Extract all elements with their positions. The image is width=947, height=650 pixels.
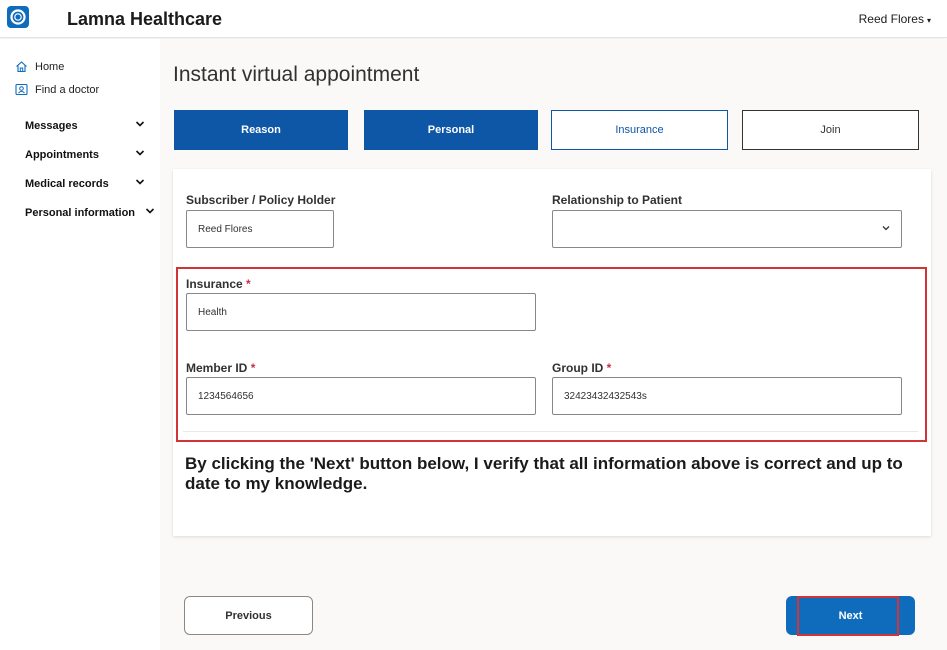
member-id-label-text: Member ID: [186, 361, 248, 375]
required-mark: *: [246, 277, 251, 291]
sidebar-group-label: Medical records: [25, 178, 109, 190]
sidebar-item-home[interactable]: Home: [15, 60, 64, 74]
step-insurance[interactable]: Insurance: [551, 110, 728, 150]
relationship-select[interactable]: [552, 210, 902, 248]
step-personal[interactable]: Personal: [364, 110, 538, 150]
required-mark: *: [606, 361, 612, 375]
sidebar-item-find-doctor[interactable]: Find a doctor: [15, 83, 99, 97]
id-card-icon: [15, 83, 29, 97]
step-reason[interactable]: Reason: [174, 110, 348, 150]
verification-text: By clicking the 'Next' button below, I v…: [185, 454, 903, 493]
step-join[interactable]: Join: [742, 110, 919, 150]
caret-down-icon: ▾: [926, 16, 931, 25]
divider: [183, 431, 918, 432]
ring-logo-icon[interactable]: [7, 6, 29, 28]
home-icon: [15, 60, 29, 74]
user-name: Reed Flores: [858, 12, 924, 26]
sidebar-item-label: Home: [35, 61, 65, 73]
previous-button[interactable]: Previous: [184, 596, 313, 635]
group-id-input[interactable]: [552, 377, 902, 415]
member-id-input[interactable]: [186, 377, 536, 415]
group-id-label: Group ID *: [552, 361, 611, 375]
sidebar-group-medical-records[interactable]: Medical records: [25, 178, 145, 190]
top-bar: Lamna Healthcare Reed Flores ▾: [0, 0, 947, 38]
chevron-down-icon: [135, 148, 145, 161]
sidebar-group-personal-information[interactable]: Personal information: [25, 207, 155, 219]
sidebar-group-label: Messages: [25, 120, 78, 132]
subscriber-label: Subscriber / Policy Holder: [186, 193, 336, 207]
main-content: Instant virtual appointment Reason Perso…: [160, 39, 947, 650]
insurance-form-card: Subscriber / Policy Holder Relationship …: [173, 169, 931, 536]
relationship-label: Relationship to Patient: [552, 193, 683, 207]
insurance-input[interactable]: [186, 293, 536, 331]
chevron-down-icon: [135, 119, 145, 132]
required-mark: *: [250, 361, 256, 375]
app-title: Lamna Healthcare: [67, 9, 223, 29]
sidebar: Home Find a doctor Messages Appointments…: [0, 39, 160, 650]
member-id-label: Member ID *: [186, 361, 255, 375]
sidebar-group-appointments[interactable]: Appointments: [25, 149, 145, 161]
sidebar-group-label: Personal information: [25, 207, 136, 219]
group-id-label-text: Group ID: [552, 361, 604, 375]
subscriber-input[interactable]: [186, 210, 334, 248]
sidebar-group-messages[interactable]: Messages: [25, 120, 145, 132]
sidebar-group-label: Appointments: [25, 149, 99, 161]
chevron-down-icon: [145, 206, 155, 219]
chevron-down-icon: [881, 223, 891, 236]
insurance-label-text: Insurance: [186, 277, 243, 291]
chevron-down-icon: [135, 177, 145, 190]
insurance-label: Insurance *: [186, 277, 251, 291]
sidebar-item-label: Find a doctor: [35, 84, 100, 96]
user-menu[interactable]: Reed Flores ▾: [859, 12, 931, 26]
page-title: Instant virtual appointment: [173, 63, 420, 86]
next-button[interactable]: Next: [786, 596, 915, 635]
